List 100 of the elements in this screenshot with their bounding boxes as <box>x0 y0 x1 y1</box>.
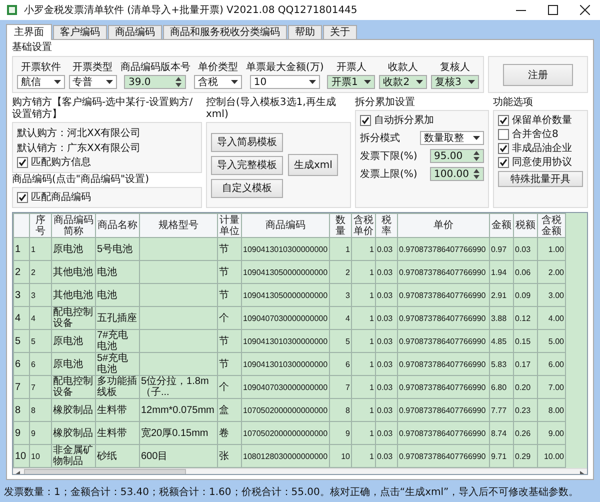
table-cell: 0.970873786407766990 <box>398 284 490 306</box>
row-header[interactable]: 10 <box>14 444 30 468</box>
checkbox[interactable] <box>17 192 28 203</box>
tab[interactable]: 客户编码 <box>53 25 107 39</box>
column-header[interactable]: 含税单价 <box>352 214 376 238</box>
table-cell: 1090413050000000000 <box>242 284 330 306</box>
checkbox-label: 自动拆分累加 <box>374 114 434 127</box>
table-cell: 卷 <box>218 422 242 444</box>
column-header[interactable]: 商品名称 <box>96 214 140 238</box>
row-header[interactable]: 8 <box>14 398 30 422</box>
table-cell: 6.00 <box>538 352 566 376</box>
table-cell: 3.00 <box>538 284 566 306</box>
table-cell: 其他电池 <box>52 260 96 284</box>
table-cell: 0.15 <box>514 330 538 352</box>
caret-icon <box>473 136 480 140</box>
table-cell: 9 <box>30 422 52 444</box>
table-cell: 配电控制设备 <box>52 306 96 330</box>
checkbox[interactable] <box>17 157 28 168</box>
spin-field[interactable]: 100.00 <box>430 167 484 181</box>
checkbox[interactable] <box>360 115 371 126</box>
tab[interactable]: 主界面 <box>6 24 52 40</box>
checkbox-label: 匹配商品编码 <box>31 191 91 204</box>
row-header[interactable]: 3 <box>14 284 30 306</box>
dropdown-field[interactable]: 10 <box>250 75 320 89</box>
table-cell: 节 <box>218 352 242 376</box>
dropdown-field[interactable]: 专普 <box>68 75 117 89</box>
table-cell: 1 <box>352 352 376 376</box>
spin-arrows-icon[interactable] <box>175 76 182 88</box>
column-header[interactable]: 税率 <box>376 214 398 238</box>
info-line: 默认销方：广东XX有限公司 <box>17 142 142 155</box>
table-cell: 0.26 <box>514 422 538 444</box>
table-cell: 0.970873786407766990 <box>398 422 490 444</box>
table-cell: 5.00 <box>538 330 566 352</box>
checkbox[interactable] <box>498 115 509 126</box>
row-header[interactable]: 1 <box>14 238 30 260</box>
import-template-button[interactable]: 导入简易模板 <box>211 132 283 152</box>
table-cell: 1 <box>352 422 376 444</box>
table-cell: 1070502000000000000 <box>242 398 330 422</box>
dropdown-field[interactable]: 开票1 <box>327 75 376 89</box>
table-cell: 6.80 <box>490 376 514 398</box>
table-cell: 生料带 <box>96 422 140 444</box>
table-cell: 0.03 <box>514 238 538 260</box>
column-header[interactable]: 计量单位 <box>218 214 242 238</box>
maximize-icon[interactable] <box>548 5 558 15</box>
tab[interactable]: 关于 <box>323 25 357 39</box>
table-cell: 0.06 <box>514 260 538 284</box>
table-cell: 节 <box>218 330 242 352</box>
tab[interactable]: 商品和服务税收分类编码 <box>163 25 287 39</box>
import-template-button[interactable]: 导入完整模板 <box>211 156 283 174</box>
caret-icon <box>468 80 475 84</box>
spin-field[interactable]: 95.00 <box>430 149 484 163</box>
checkbox[interactable] <box>498 157 509 168</box>
column-header[interactable]: 商品编码 <box>242 214 330 238</box>
table-cell: 1 <box>352 398 376 422</box>
dropdown-field[interactable]: 复核3 <box>430 75 479 89</box>
table-cell: 0.970873786407766990 <box>398 238 490 260</box>
table-cell: 0.03 <box>376 422 398 444</box>
field-label: 发票下限(%) <box>360 150 418 163</box>
table-cell: 5#充电电池 <box>96 352 140 376</box>
column-header[interactable]: 序号 <box>30 214 52 238</box>
close-icon[interactable] <box>580 5 590 15</box>
spin-field[interactable]: 39.0 <box>124 75 186 89</box>
tab[interactable]: 帮助 <box>288 25 322 39</box>
table-cell: 0.12 <box>514 306 538 330</box>
column-header[interactable]: 商品编码简称 <box>52 214 96 238</box>
window-title: 小罗金税发票清单软件 (清单导入+批量开票) V2021.08 QQ1271801445 <box>24 4 358 17</box>
column-header[interactable]: 税额 <box>514 214 538 238</box>
table-cell: 2.91 <box>490 284 514 306</box>
register-button[interactable]: 注册 <box>503 64 573 86</box>
column-header[interactable]: 单价 <box>398 214 490 238</box>
tab[interactable]: 商品编码 <box>108 25 162 39</box>
checkbox[interactable] <box>498 143 509 154</box>
checkbox-label: 同意使用协议 <box>512 156 572 169</box>
column-header[interactable]: 规格型号 <box>140 214 218 238</box>
row-header[interactable]: 6 <box>14 352 30 376</box>
spin-arrows-icon[interactable] <box>473 168 480 180</box>
table-cell: 0.23 <box>514 398 538 422</box>
import-template-button[interactable]: 自定义模板 <box>211 178 283 198</box>
dropdown-field[interactable]: 数量取整 <box>420 131 484 145</box>
row-header[interactable]: 2 <box>14 260 30 284</box>
row-header[interactable]: 9 <box>14 422 30 444</box>
row-header[interactable]: 4 <box>14 306 30 330</box>
dropdown-field[interactable]: 收款2 <box>379 75 428 89</box>
generate-xml-button[interactable]: 生成xml <box>288 154 338 176</box>
special-batch-button[interactable]: 特殊批量开具 <box>498 171 583 187</box>
column-header[interactable]: 数量 <box>330 214 352 238</box>
dropdown-field[interactable]: 含税 <box>194 75 242 89</box>
table-cell: 4.85 <box>490 330 514 352</box>
checkbox-label: 非成品油企业 <box>512 142 572 155</box>
table-cell: 原电池 <box>52 238 96 260</box>
row-header[interactable]: 7 <box>14 376 30 398</box>
checkbox[interactable] <box>498 129 509 140</box>
dropdown-field[interactable]: 航信 <box>17 75 65 89</box>
column-header[interactable]: 金额 <box>490 214 514 238</box>
table-cell: 电池 <box>96 260 140 284</box>
column-header[interactable]: 含税金额 <box>538 214 566 238</box>
row-header[interactable]: 5 <box>14 330 30 352</box>
spin-arrows-icon[interactable] <box>473 150 480 162</box>
table-cell: 3.88 <box>490 306 514 330</box>
table-cell: 电池 <box>96 284 140 306</box>
